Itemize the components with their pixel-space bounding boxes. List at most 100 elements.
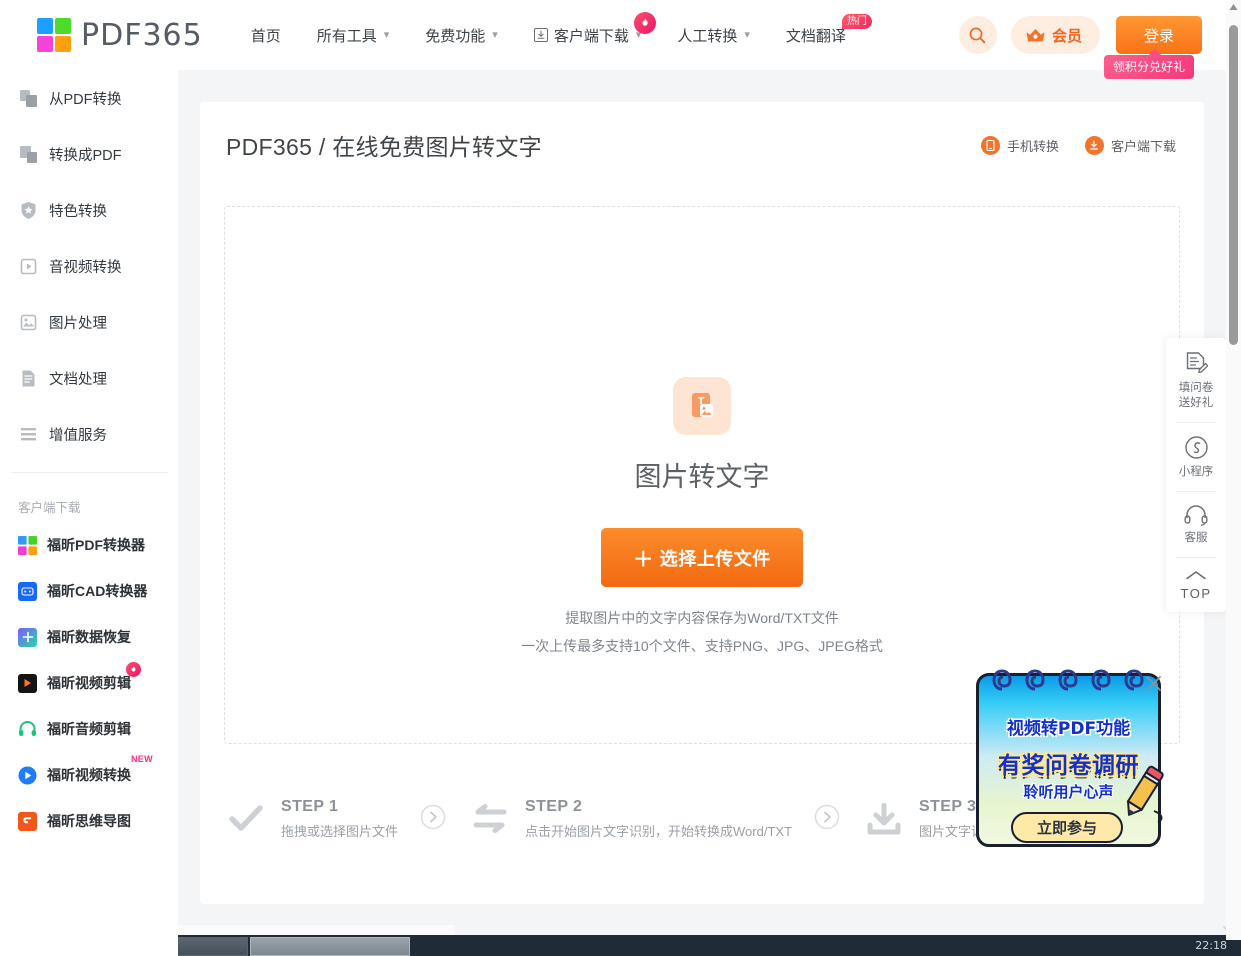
nav-label: 所有工具: [316, 27, 377, 45]
download-item-audio-edit[interactable]: 福昕音频剪辑: [0, 706, 178, 752]
select-upload-file-button[interactable]: ＋ 选择上传文件: [601, 528, 803, 587]
page-scrollbar[interactable]: [1226, 0, 1241, 940]
float-item-support[interactable]: 客服: [1166, 491, 1226, 557]
crown-icon: [1026, 28, 1045, 41]
step-title: STEP 1: [281, 798, 339, 815]
float-item-survey[interactable]: 填问卷 送好礼: [1166, 338, 1226, 422]
page-root: PDF365 首页 所有工具 ▾ 免费功能 ▾ 客户端下载 ▾ 人工转换 ▾ 文…: [0, 0, 1241, 956]
vip-button[interactable]: 会员: [1010, 16, 1100, 54]
download-item-label: 福昕视频剪辑: [47, 675, 131, 691]
download-item-video-convert[interactable]: 福昕视频转换 NEW: [0, 752, 178, 798]
download-item-label: 福昕思维导图: [47, 813, 131, 829]
nav-item-doc-translate[interactable]: 文档翻译 热门: [786, 13, 872, 46]
sidebar-item-to-pdf[interactable]: 转换成PDF: [0, 126, 178, 182]
sidebar-item-doc-process[interactable]: 文档处理: [0, 350, 178, 406]
login-tooltip: 领积分兑好礼: [1103, 49, 1194, 79]
scroll-up-arrow-icon[interactable]: [1229, 3, 1238, 11]
brand-name: PDF365: [81, 17, 203, 53]
dropzone-note-line1: 提取图片中的文字内容保存为Word/TXT文件: [565, 610, 839, 626]
foxit-recovery-icon: [18, 627, 37, 647]
nav-item-home[interactable]: 首页: [251, 25, 281, 46]
download-box-icon: [533, 28, 548, 42]
shield-star-icon: [18, 200, 38, 220]
float-item-back-to-top[interactable]: TOP: [1166, 557, 1226, 612]
sidebar-item-label: 音视频转换: [49, 259, 122, 276]
dropzone-title: 图片转文字: [634, 462, 770, 492]
float-item-label: 客服: [1184, 532, 1208, 544]
card-header: PDF365 / 在线免费图片转文字 手机转换 客户端下载: [200, 102, 1204, 162]
client-download-link[interactable]: 客户端下载: [1084, 135, 1176, 155]
fire-badge-icon: [126, 662, 141, 677]
sidebar-item-label: 特色转换: [49, 203, 107, 220]
logo[interactable]: PDF365: [37, 18, 203, 53]
mobile-convert-link[interactable]: 手机转换: [980, 135, 1059, 155]
main-nav: 首页 所有工具 ▾ 免费功能 ▾ 客户端下载 ▾ 人工转换 ▾ 文档翻译 热门: [251, 11, 882, 46]
plus-icon: ＋: [633, 549, 654, 571]
survey-popup[interactable]: 视频转PDF功能 有奖问卷调研 聆听用户心声 立即参与: [976, 663, 1168, 853]
sidebar: 从PDF转换 转换成PDF 特色转换 音视频转换 图片处理 文档处理 增值服务 …: [0, 70, 178, 956]
download-item-data-recovery[interactable]: 福昕数据恢复: [0, 614, 178, 660]
chevron-down-icon: ▾: [744, 28, 750, 41]
new-badge: NEW: [131, 754, 153, 764]
nav-item-free-features[interactable]: 免费功能 ▾: [425, 25, 498, 46]
hot-badge: 热门: [841, 13, 872, 29]
sidebar-item-from-pdf[interactable]: 从PDF转换: [0, 70, 178, 126]
chevron-down-icon: ▾: [492, 28, 498, 41]
search-icon: [970, 27, 986, 43]
sidebar-item-media-convert[interactable]: 音视频转换: [0, 238, 178, 294]
download-item-cad-converter[interactable]: 福昕CAD转换器: [0, 568, 178, 614]
foxit-pdf-icon: [18, 535, 37, 555]
pdf-to-icon: [18, 144, 38, 164]
chevron-down-icon: ▾: [383, 28, 390, 41]
step-2: STEP 2 点击开始图片文字识别，开始转换成Word/TXT: [468, 797, 792, 841]
miniprogram-icon: [1184, 436, 1208, 459]
survey-line1: 视频转PDF功能: [1006, 719, 1131, 739]
float-item-label: 填问卷 送好礼: [1178, 382, 1214, 409]
link-label: 客户端下载: [1110, 138, 1176, 154]
vip-label: 会员: [1051, 27, 1082, 45]
download-item-label: 福昕PDF转换器: [47, 537, 145, 553]
float-item-miniprogram[interactable]: 小程序: [1166, 422, 1226, 491]
sidebar-item-value-added[interactable]: 增值服务: [0, 406, 178, 462]
download-item-pdf-converter[interactable]: 福昕PDF转换器: [0, 522, 178, 568]
nav-item-manual-conversion[interactable]: 人工转换 ▾: [677, 25, 750, 46]
scrollbar-thumb[interactable]: [1229, 25, 1238, 345]
logo-grid-icon: [37, 18, 71, 52]
download-item-label: 福昕音频剪辑: [47, 721, 131, 737]
download-icon: [1084, 135, 1104, 155]
float-toolbar: 填问卷 送好礼 小程序 客服 TOP: [1166, 338, 1226, 612]
survey-join-button[interactable]: 立即参与: [1011, 812, 1123, 843]
media-icon: [18, 256, 38, 276]
image-to-text-icon: T: [673, 377, 731, 435]
download-item-label: 福昕数据恢复: [47, 629, 131, 645]
foxit-cad-icon: [18, 581, 37, 601]
foxit-video-edit-icon: [18, 673, 37, 693]
taskbar-clock: 22:18: [1195, 939, 1227, 952]
step-desc: 点击开始图片文字识别，开始转换成Word/TXT: [525, 824, 793, 839]
download-item-video-edit[interactable]: 福昕视频剪辑: [0, 660, 178, 706]
close-icon[interactable]: [1145, 675, 1162, 692]
download-item-mindmap[interactable]: 福昕思维导图: [0, 798, 178, 844]
taskbar-window-active[interactable]: [250, 937, 410, 956]
document-icon: [18, 368, 38, 388]
card-links: 手机转换 客户端下载: [955, 135, 1176, 155]
sidebar-item-featured[interactable]: 特色转换: [0, 182, 178, 238]
nav-label: 免费功能: [425, 27, 486, 45]
sidebar-item-label: 文档处理: [49, 371, 107, 388]
os-taskbar: 22:18: [0, 926, 1241, 956]
sidebar-item-label: 转换成PDF: [49, 147, 122, 164]
step-desc: 拖拽或选择图片文件: [281, 824, 399, 839]
float-item-label: 小程序: [1178, 466, 1214, 478]
dropzone-note-line2: 一次上传最多支持10个文件、支持PNG、JPG、JPEG格式: [521, 638, 883, 654]
nav-label: 人工转换: [677, 27, 738, 45]
sidebar-item-label: 增值服务: [49, 427, 107, 444]
sidebar-item-image-process[interactable]: 图片处理: [0, 294, 178, 350]
nav-item-all-tools[interactable]: 所有工具 ▾: [317, 25, 390, 46]
image-icon: [18, 312, 38, 332]
download-item-label: 福昕视频转换: [47, 767, 131, 783]
site-header: PDF365 首页 所有工具 ▾ 免费功能 ▾ 客户端下载 ▾ 人工转换 ▾ 文…: [0, 0, 1226, 79]
sidebar-section-title: 客户端下载: [18, 501, 81, 515]
swap-icon: [468, 797, 512, 841]
search-button[interactable]: [958, 16, 997, 54]
nav-item-client-download[interactable]: 客户端下载 ▾: [533, 11, 656, 46]
